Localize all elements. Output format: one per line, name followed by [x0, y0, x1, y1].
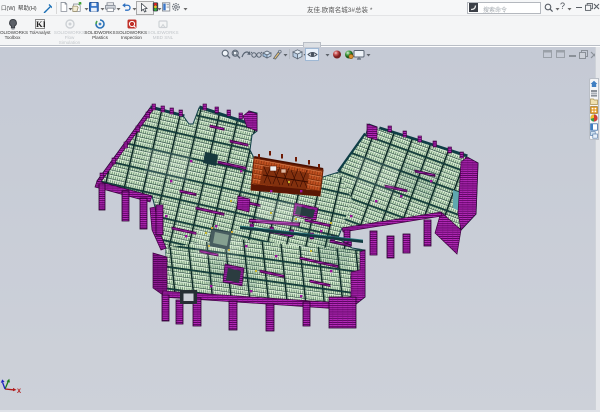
svg-text:KI: KI: [36, 19, 45, 29]
